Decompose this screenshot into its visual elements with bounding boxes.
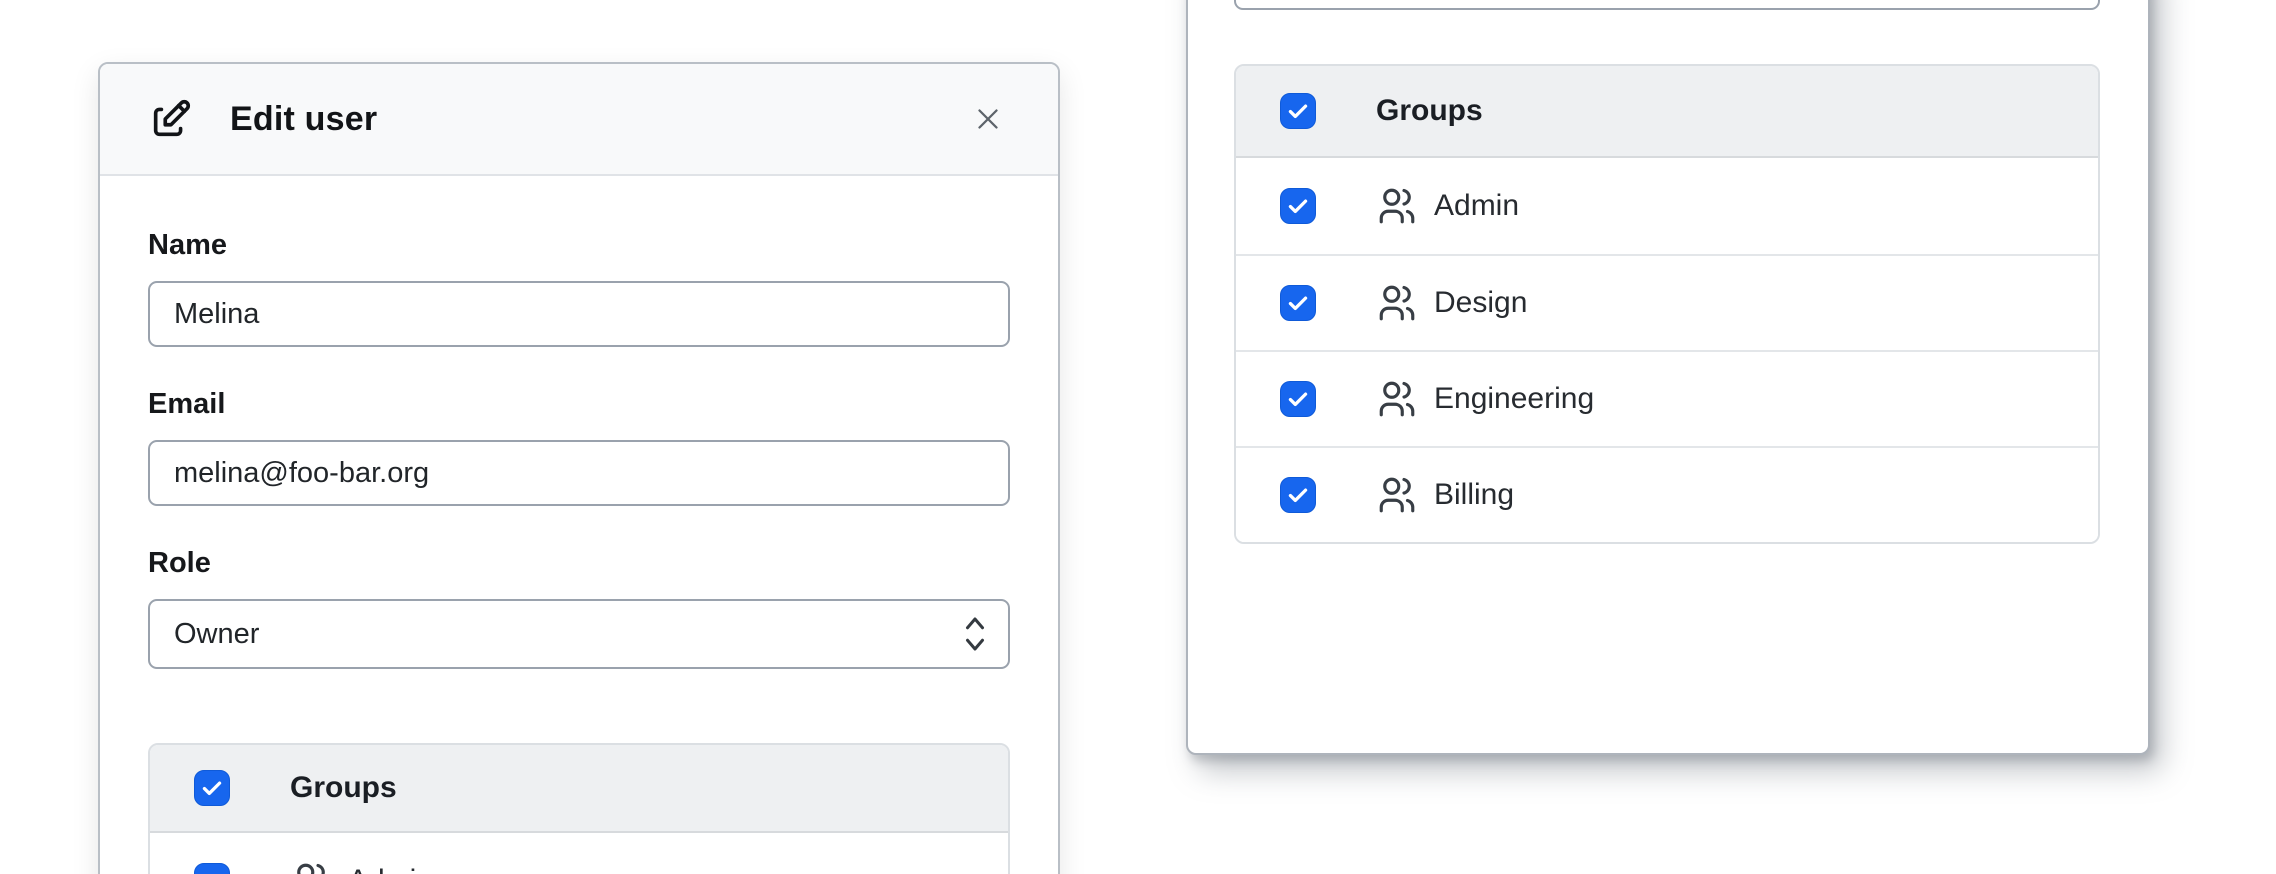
groups-table: Groups	[148, 743, 1010, 874]
group-label: Engineering	[1434, 382, 1594, 416]
email-input[interactable]	[148, 440, 1010, 506]
group-label: Design	[1434, 286, 1527, 320]
name-label: Name	[148, 228, 1010, 263]
chevron-updown-icon	[962, 614, 988, 654]
groups-header-label: Groups	[290, 771, 397, 805]
role-label: Role	[148, 546, 1010, 581]
group-row: Design	[1236, 254, 2098, 350]
group-label: Admin	[1434, 189, 1519, 223]
group-label: Billing	[1434, 478, 1514, 512]
pencil-square-icon	[148, 96, 194, 142]
email-field-group: Email	[148, 387, 1010, 506]
group-checkbox[interactable]	[194, 863, 230, 874]
role-field-group: Role Owner	[148, 546, 1010, 669]
screenshot-stage: Edit user Name Email Role	[0, 0, 2276, 874]
role-select[interactable]: Owner	[148, 599, 1010, 669]
users-icon	[1376, 378, 1418, 420]
group-row: Engineering	[1236, 350, 2098, 446]
modal-header: Edit user	[100, 64, 1058, 176]
group-checkbox[interactable]	[1280, 477, 1316, 513]
groups-header-row: Groups	[1236, 66, 2098, 158]
name-field-group: Name	[148, 228, 1010, 347]
users-icon	[1376, 185, 1418, 227]
users-icon	[1376, 474, 1418, 516]
group-label: Admin	[348, 864, 433, 874]
users-icon	[1376, 282, 1418, 324]
close-x-icon	[971, 102, 1005, 136]
group-checkbox[interactable]	[1280, 188, 1316, 224]
groups-header-label: Groups	[1376, 94, 1483, 128]
users-icon	[290, 860, 332, 874]
group-checkbox[interactable]	[1280, 285, 1316, 321]
edit-user-modal: Edit user Name Email Role	[98, 62, 1060, 874]
role-select-value: Owner	[174, 618, 259, 651]
modal-body: Name Email Role Owner	[100, 176, 1058, 874]
groups-header-checkbox[interactable]	[194, 770, 230, 806]
group-row: Billing	[1236, 446, 2098, 542]
close-button[interactable]	[966, 97, 1010, 141]
groups-table-scrolled: Groups Admin	[1234, 64, 2100, 544]
groups-table: Groups Admin	[1234, 64, 2100, 544]
groups-header-row: Groups	[150, 745, 1008, 833]
group-checkbox[interactable]	[1280, 381, 1316, 417]
group-row: Admin	[150, 833, 1008, 874]
name-input[interactable]	[148, 281, 1010, 347]
email-label: Email	[148, 387, 1010, 422]
group-row: Admin	[1236, 158, 2098, 254]
modal-title: Edit user	[230, 100, 377, 139]
role-select-cropped[interactable]	[1234, 0, 2100, 10]
groups-header-checkbox[interactable]	[1280, 93, 1316, 129]
